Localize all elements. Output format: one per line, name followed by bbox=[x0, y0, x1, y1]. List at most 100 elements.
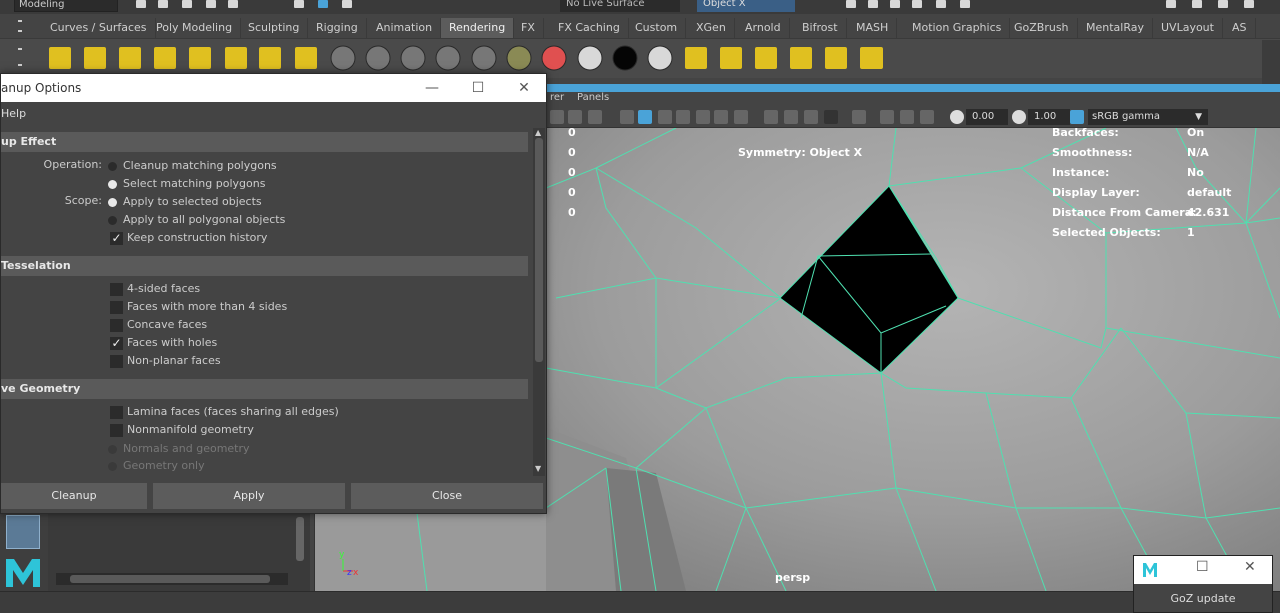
black-sphere-icon[interactable] bbox=[612, 45, 638, 71]
mat-stripe-icon[interactable] bbox=[506, 45, 532, 71]
ao-icon[interactable] bbox=[784, 110, 798, 124]
scrollbar-thumb[interactable] bbox=[535, 138, 543, 362]
dialog-scrollbar[interactable]: ▲ ▼ bbox=[533, 128, 545, 476]
shelf-tab-poly[interactable]: Poly Modeling bbox=[148, 18, 242, 38]
checkbox-holes[interactable]: ✓ bbox=[110, 337, 123, 350]
textured-icon[interactable] bbox=[676, 110, 690, 124]
checkbox-lamina[interactable] bbox=[110, 406, 123, 419]
smooth-shade-icon[interactable] bbox=[638, 110, 652, 124]
wireframe-icon[interactable] bbox=[620, 110, 634, 124]
shelf-tab-xgen[interactable]: XGen bbox=[688, 18, 735, 38]
mat-sphere-icon[interactable] bbox=[435, 45, 461, 71]
pause-icon[interactable] bbox=[960, 0, 970, 8]
exposure-icon[interactable] bbox=[950, 110, 964, 124]
shadows-icon[interactable] bbox=[714, 110, 728, 124]
section-remove-geometry[interactable]: ve Geometry bbox=[1, 379, 528, 399]
menu-panels[interactable]: Panels bbox=[577, 92, 609, 103]
render-settings-icon[interactable] bbox=[790, 47, 812, 69]
grid-icon[interactable] bbox=[550, 110, 564, 124]
section-tesselation[interactable]: Tesselation bbox=[1, 256, 528, 276]
mat-sphere-icon[interactable] bbox=[400, 45, 426, 71]
render-view-icon[interactable] bbox=[685, 47, 707, 69]
shelf-tab-custom[interactable]: Custom bbox=[627, 18, 687, 38]
outliner-layout-icon[interactable] bbox=[6, 515, 40, 549]
xray-icon[interactable] bbox=[734, 110, 748, 124]
shelf-tab-as[interactable]: AS bbox=[1224, 18, 1256, 38]
scroll-down-icon[interactable]: ▼ bbox=[535, 464, 541, 473]
menu-help[interactable]: Help bbox=[1, 107, 26, 120]
field-chart-icon[interactable] bbox=[920, 110, 934, 124]
wireframe-on-shaded-icon[interactable] bbox=[658, 110, 672, 124]
hypershade-icon[interactable] bbox=[936, 0, 946, 8]
dialog-titlebar[interactable]: anup Options — ☐ ✕ bbox=[1, 74, 546, 102]
shelf-tab-sculpting[interactable]: Sculpting bbox=[240, 18, 309, 38]
attribute-editor-icon[interactable] bbox=[1192, 0, 1202, 8]
close-button[interactable]: Close bbox=[351, 483, 543, 509]
checkbox-keep-history[interactable]: ✓ bbox=[110, 232, 123, 245]
ipr-icon[interactable] bbox=[890, 0, 900, 8]
shelf-tab-mentalray[interactable]: MentalRay bbox=[1078, 18, 1153, 38]
redo-icon[interactable] bbox=[228, 0, 238, 8]
motion-blur-icon[interactable] bbox=[804, 110, 818, 124]
lights-icon[interactable] bbox=[696, 110, 710, 124]
white-sphere-icon[interactable] bbox=[647, 45, 673, 71]
minimize-icon[interactable]: — bbox=[409, 74, 455, 102]
tool-settings-icon[interactable] bbox=[1218, 0, 1228, 8]
radio-cleanup-matching[interactable] bbox=[108, 162, 117, 171]
radio-apply-all[interactable] bbox=[108, 216, 117, 225]
menu-renderer[interactable]: rer bbox=[550, 92, 564, 103]
checkbox-more-than-4[interactable] bbox=[110, 301, 123, 314]
open-scene-icon[interactable] bbox=[158, 0, 168, 8]
mat-sphere-icon[interactable] bbox=[365, 45, 391, 71]
lasso-tool-icon[interactable] bbox=[318, 0, 328, 8]
mat-heat-icon[interactable] bbox=[541, 45, 567, 71]
goz-titlebar[interactable]: ☐ ✕ bbox=[1134, 556, 1272, 584]
radio-apply-selected[interactable] bbox=[108, 198, 117, 207]
checkbox-non-planar[interactable] bbox=[110, 355, 123, 368]
undo-icon[interactable] bbox=[206, 0, 216, 8]
checkbox-concave[interactable] bbox=[110, 319, 123, 332]
maximize-icon[interactable]: ☐ bbox=[455, 74, 501, 102]
radio-select-matching[interactable] bbox=[108, 180, 117, 189]
shelf-tab-animation[interactable]: Animation bbox=[368, 18, 442, 38]
ipr-render-icon[interactable] bbox=[755, 47, 777, 69]
render-target-icon[interactable] bbox=[861, 47, 883, 69]
outliner-hscroll-thumb[interactable] bbox=[70, 575, 270, 583]
checkbox-4-sided[interactable] bbox=[110, 283, 123, 296]
aa-icon[interactable] bbox=[824, 110, 838, 124]
apply-button[interactable]: Apply bbox=[153, 483, 345, 509]
shelf-tab-gozbrush[interactable]: GoZBrush bbox=[1006, 18, 1078, 38]
shelf-tab-uvlayout[interactable]: UVLayout bbox=[1153, 18, 1223, 38]
new-scene-icon[interactable] bbox=[136, 0, 146, 8]
directional-light-icon[interactable] bbox=[84, 47, 106, 69]
outliner-vscroll[interactable] bbox=[296, 517, 304, 561]
gate-mask-icon[interactable] bbox=[900, 110, 914, 124]
goz-close-icon[interactable]: ✕ bbox=[1244, 559, 1256, 575]
render-view-icon[interactable] bbox=[846, 0, 856, 8]
mode-select[interactable]: Modeling bbox=[14, 0, 118, 12]
shelf-tab-fx-caching[interactable]: FX Caching bbox=[550, 18, 629, 38]
shelf-grip-icon[interactable] bbox=[14, 20, 26, 74]
perspective-viewport[interactable]: 0 0 0 0 0 Symmetry: Object X Backfaces: … bbox=[546, 128, 1280, 591]
spot-light-icon[interactable] bbox=[119, 47, 141, 69]
select-tool-icon[interactable] bbox=[294, 0, 304, 8]
mat-sphere-icon[interactable] bbox=[471, 45, 497, 71]
hypershade-icon[interactable] bbox=[825, 47, 847, 69]
camera-icon[interactable] bbox=[259, 47, 281, 69]
checkbox-nonmanifold[interactable] bbox=[110, 424, 123, 437]
shelf-tab-bifrost[interactable]: Bifrost bbox=[794, 18, 847, 38]
gamma-field[interactable]: 1.00 bbox=[1028, 109, 1070, 125]
shelf-tab-fx[interactable]: FX bbox=[513, 18, 544, 38]
radio-geometry-only[interactable] bbox=[108, 462, 117, 471]
area-light-icon[interactable] bbox=[189, 47, 211, 69]
point-light-icon[interactable] bbox=[49, 47, 71, 69]
section-cleanup-effect[interactable]: up Effect bbox=[1, 132, 528, 152]
shelf-tab-mash[interactable]: MASH bbox=[848, 18, 898, 38]
select-camera-icon[interactable] bbox=[852, 110, 866, 124]
paint-select-icon[interactable] bbox=[342, 0, 352, 8]
camera-aim-icon[interactable] bbox=[295, 47, 317, 69]
render-icon[interactable] bbox=[720, 47, 742, 69]
goz-maximize-icon[interactable]: ☐ bbox=[1196, 559, 1209, 575]
cleanup-button[interactable]: Cleanup bbox=[1, 483, 147, 509]
text-icon[interactable] bbox=[588, 110, 602, 124]
